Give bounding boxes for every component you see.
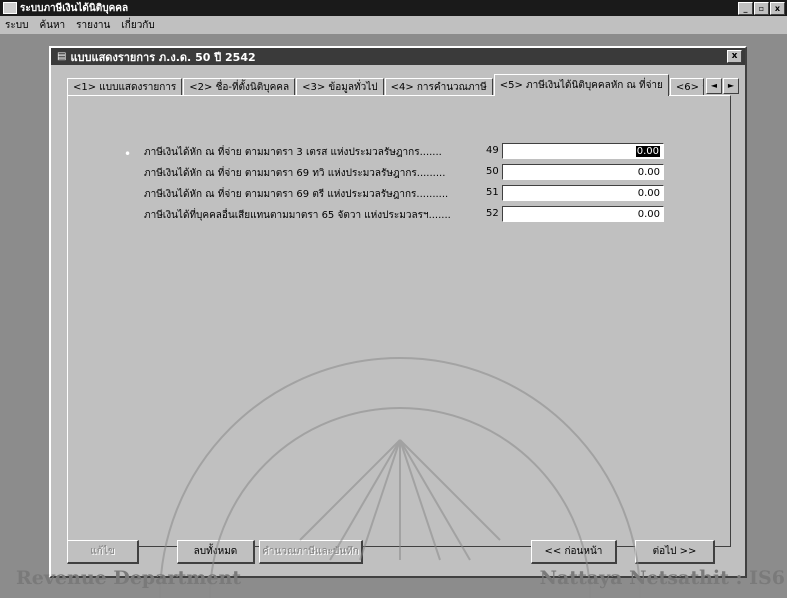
menu-item-system[interactable]: ระบบ [0,18,34,33]
form-close-button[interactable]: x [727,50,742,63]
app-title: ระบบภาษีเงินได้นิติบุคคล [20,2,129,14]
edit-button[interactable]: แก้ไข [67,540,139,564]
window-controls: _ ▫ x [738,2,785,15]
tax-row: ภาษีเงินได้ที่บุคคลอื่นเสียแทนตามมาตรา 6… [68,206,728,224]
form-window-title: แบบแสดงรายการ ภ.ง.ด. 50 ปี 2542 [70,50,256,64]
app-icon [3,2,17,14]
tab-general-info[interactable]: <3> ข้อมูลทั่วไป [296,78,384,96]
tab-income[interactable]: <6> รายไ [669,78,704,96]
maximize-button[interactable]: ▫ [754,2,769,15]
scroll-right-icon[interactable]: ► [723,78,739,94]
row-number: 51 [486,187,499,198]
amount-field[interactable]: 0.00 [502,206,664,222]
menu-item-report[interactable]: รายงาน [71,18,116,33]
amount-field[interactable]: 0.00 [502,143,664,159]
tab-withholding-tax[interactable]: <5> ภาษีเงินได้นิติบุคคลหัก ณ ที่จ่าย [493,74,669,96]
tax-row: ภาษีเงินได้หัก ณ ที่จ่าย ตามมาตรา 3 เตรส… [68,143,728,161]
tab-name-address[interactable]: <2> ชื่อ-ที่ตั้งนิติบุคคล [183,78,296,96]
row-label: ภาษีเงินได้หัก ณ ที่จ่าย ตามมาตรา 69 ตรี… [144,189,449,200]
row-label: ภาษีเงินได้ที่บุคคลอื่นเสียแทนตามมาตรา 6… [144,210,451,221]
tab-return-form[interactable]: <1> แบบแสดงรายการ [67,78,183,96]
next-button[interactable]: ต่อไป >> [635,540,715,564]
row-label: ภาษีเงินได้หัก ณ ที่จ่าย ตามมาตรา 69 ทวิ… [144,168,446,179]
tax-row: ภาษีเงินได้หัก ณ ที่จ่าย ตามมาตรา 69 ทวิ… [68,164,728,182]
form-icon: ▤ [57,51,67,62]
menu-item-about[interactable]: เกี่ยวกับ [116,18,160,33]
menu-bar: ระบบ ค้นหา รายงาน เกี่ยวกับ [0,16,787,34]
delete-all-button[interactable]: ลบทั้งหมด [177,540,255,564]
previous-button[interactable]: << ก่อนหน้า [531,540,617,564]
amount-field[interactable]: 0.00 [502,164,664,180]
form-window: ▤ แบบแสดงรายการ ภ.ง.ด. 50 ปี 2542 x <1> … [49,46,747,578]
form-window-title-bar: ▤ แบบแสดงรายการ ภ.ง.ด. 50 ปี 2542 x [51,48,745,65]
row-number: 50 [486,166,499,177]
tax-row: ภาษีเงินได้หัก ณ ที่จ่าย ตามมาตรา 69 ตรี… [68,185,728,203]
app-title-bar: ระบบภาษีเงินได้นิติบุคคล _ ▫ x [0,0,787,16]
minimize-button[interactable]: _ [738,2,753,15]
row-number: 52 [486,208,499,219]
tab-tax-calculation[interactable]: <4> การคำนวณภาษี [384,78,493,96]
tab-strip: <1> แบบแสดงรายการ <2> ชื่อ-ที่ตั้งนิติบุ… [67,74,739,96]
close-button[interactable]: x [770,2,785,15]
row-label: ภาษีเงินได้หัก ณ ที่จ่าย ตามมาตรา 3 เตรส… [144,147,442,158]
menu-item-search[interactable]: ค้นหา [34,18,71,33]
scroll-left-icon[interactable]: ◄ [706,78,722,94]
tab-panel: • ภาษีเงินได้หัก ณ ที่จ่าย ตามมาตรา 3 เต… [67,95,731,547]
row-number: 49 [486,145,499,156]
calculate-save-button[interactable]: คำนวณภาษีและบันทึก [259,540,363,564]
amount-value: 0.00 [635,146,660,157]
tab-scroll-buttons: ◄ ► [706,78,739,94]
amount-field[interactable]: 0.00 [502,185,664,201]
